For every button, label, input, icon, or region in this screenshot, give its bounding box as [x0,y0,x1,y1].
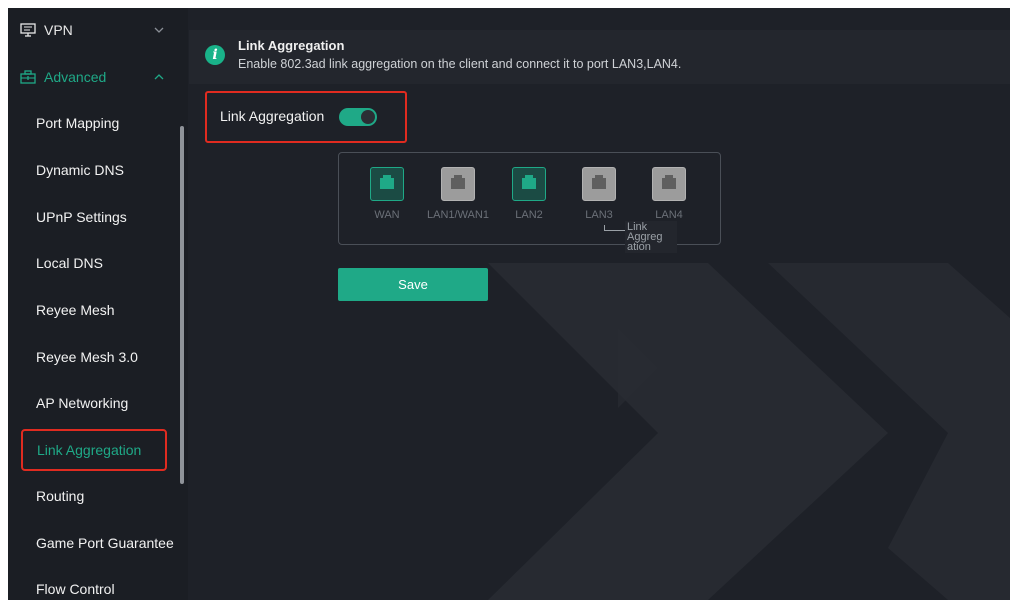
port-label-wan: WAN [374,209,400,221]
info-icon: i [205,45,225,65]
sidebar-item-upnp-settings[interactable]: UPnP Settings [20,199,176,235]
port-lan3[interactable] [582,167,616,201]
sidebar-item-dynamic-dns[interactable]: Dynamic DNS [20,152,176,188]
save-button[interactable]: Save [338,268,488,301]
ethernet-port-icon [662,175,676,189]
sidebar-item-port-mapping[interactable]: Port Mapping [20,105,176,141]
briefcase-icon [20,69,36,85]
link-aggregation-switch[interactable] [339,108,377,126]
sidebar-group-vpn[interactable]: VPN [8,8,188,52]
port-label-lan1-wan1: LAN1/WAN1 [427,209,489,221]
port-wan[interactable] [370,167,404,201]
banner-title: Link Aggregation [238,38,345,53]
link-aggregation-label: Link Aggregation [220,108,325,124]
port-label-lan2: LAN2 [515,209,543,221]
sidebar-group-advanced-label: Advanced [44,69,107,85]
sidebar-scrollbar[interactable] [180,126,184,484]
chevron-up-icon [154,72,164,82]
banner-description: Enable 802.3ad link aggregation on the c… [238,57,682,71]
monitor-icon [20,22,36,38]
port-label-lan3: LAN3 [585,209,613,221]
ethernet-port-icon [380,175,394,189]
port-label-lan4: LAN4 [655,209,683,221]
sidebar-item-game-port-guarantee[interactable]: Game Port Guarantee [20,525,176,561]
sidebar-item-flow-control[interactable]: Flow Control [20,571,176,600]
sidebar-item-reyee-mesh-3[interactable]: Reyee Mesh 3.0 [20,339,176,375]
sidebar-item-local-dns[interactable]: Local DNS [20,245,176,281]
sidebar-item-ap-networking[interactable]: AP Networking [20,385,176,421]
info-banner: i Link Aggregation Enable 802.3ad link a… [189,30,1010,84]
ethernet-port-icon [451,175,465,189]
app-window: VPN Advanced Port Mapping Dynamic DNS UP… [8,8,1010,600]
port-lan2[interactable] [512,167,546,201]
sidebar-group-vpn-label: VPN [44,22,73,38]
ethernet-port-icon [522,175,536,189]
sidebar-item-routing[interactable]: Routing [20,478,176,514]
port-lan1-wan1[interactable] [441,167,475,201]
port-lan4[interactable] [652,167,686,201]
sidebar-item-reyee-mesh[interactable]: Reyee Mesh [20,292,176,328]
sidebar: VPN Advanced Port Mapping Dynamic DNS UP… [8,8,188,600]
sidebar-item-link-aggregation[interactable]: Link Aggregation [21,429,167,471]
sidebar-group-advanced[interactable]: Advanced [8,55,188,99]
ethernet-port-icon [592,175,606,189]
switch-knob [361,110,375,124]
chevron-down-icon [154,25,164,35]
aggregation-label: Link Aggreg ation [625,221,677,253]
